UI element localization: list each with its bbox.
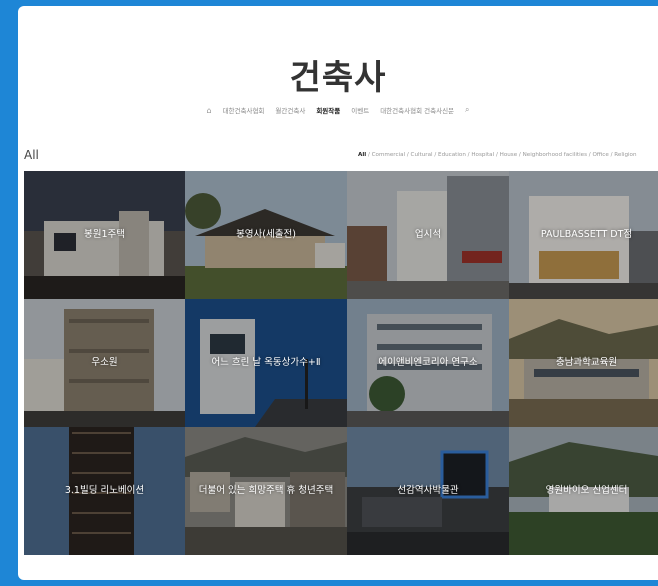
project-title: 더불어 있는 희망주택 휴 청년주택 [198, 485, 334, 497]
project-title: 어느 흐린 날 옥동상가수+Ⅱ [211, 357, 321, 369]
nav-item-works[interactable]: 회원작품 [316, 105, 340, 115]
main-nav: ⌂ 대한건축사협회 월간건축사 회원작품 이벤트 대한건축사협회 건축사신문 ⌕ [18, 105, 658, 115]
filter-house[interactable]: House [500, 152, 518, 158]
project-title: 3.1빌딩 리노베이션 [64, 485, 145, 497]
project-title: 에이앤비엔코리아 연구소 [378, 357, 478, 369]
nav-item-kira[interactable]: 대한건축사협회 [223, 105, 265, 115]
nav-item-news[interactable]: 대한건축사협회 건축사신문 [380, 105, 454, 115]
project-title: 봉영사(세출전) [236, 229, 296, 241]
filter-commercial[interactable]: Commercial [372, 152, 405, 158]
project-tile[interactable]: 봉원1주택 [24, 171, 185, 299]
project-tile[interactable]: 업시석 [347, 171, 509, 299]
project-tile[interactable]: 선감역사박물관 [347, 427, 509, 555]
project-title: 업시석 [414, 229, 442, 241]
project-title: PAULBASSETT DT점 [540, 229, 633, 241]
filter-all[interactable]: All [358, 152, 366, 158]
filter-cultural[interactable]: Cultural [411, 152, 433, 158]
filter-hospital[interactable]: Hospital [471, 152, 494, 158]
filter-office[interactable]: Office [592, 152, 608, 158]
site-title[interactable]: 건축사 [18, 50, 658, 99]
project-tile[interactable]: 더불어 있는 희망주택 휴 청년주택 [185, 427, 347, 555]
category-filters: All / Commercial / Cultural / Education … [358, 152, 637, 158]
project-title: 선감역사박물관 [397, 485, 459, 497]
project-tile[interactable]: PAULBASSETT DT점 [509, 171, 658, 299]
filter-neighborhood[interactable]: Neighborhood facilities [523, 152, 587, 158]
nav-item-events[interactable]: 이벤트 [351, 105, 369, 115]
project-title: 봉원1주택 [83, 229, 125, 241]
filter-education[interactable]: Education [438, 152, 466, 158]
project-tile[interactable]: 충남과학교육원 [509, 299, 658, 427]
home-icon[interactable]: ⌂ [206, 106, 211, 115]
page-container: 건축사 ⌂ 대한건축사협회 월간건축사 회원작품 이벤트 대한건축사협회 건축사… [18, 6, 658, 580]
project-tile[interactable]: 영원바이오 신업센터 [509, 427, 658, 555]
filter-religion[interactable]: Religion [614, 152, 636, 158]
project-title: 충남과학교육원 [555, 357, 618, 369]
project-title: 영원바이오 신업센터 [545, 485, 628, 497]
nav-item-monthly[interactable]: 월간건축사 [275, 105, 305, 115]
project-tile[interactable]: 봉영사(세출전) [185, 171, 347, 299]
search-icon[interactable]: ⌕ [465, 105, 469, 115]
project-tile[interactable]: 어느 흐린 날 옥동상가수+Ⅱ [185, 299, 347, 427]
project-tile[interactable]: 3.1빌딩 리노베이션 [24, 427, 185, 555]
project-grid: 봉원1주택 봉영사(세출전) 업시석 PAULBASSETT DT점 우소원 어… [24, 171, 658, 555]
project-tile[interactable]: 우소원 [24, 299, 185, 427]
project-title: 우소원 [91, 357, 118, 369]
section-title: All [24, 148, 39, 162]
project-tile[interactable]: 에이앤비엔코리아 연구소 [347, 299, 509, 427]
